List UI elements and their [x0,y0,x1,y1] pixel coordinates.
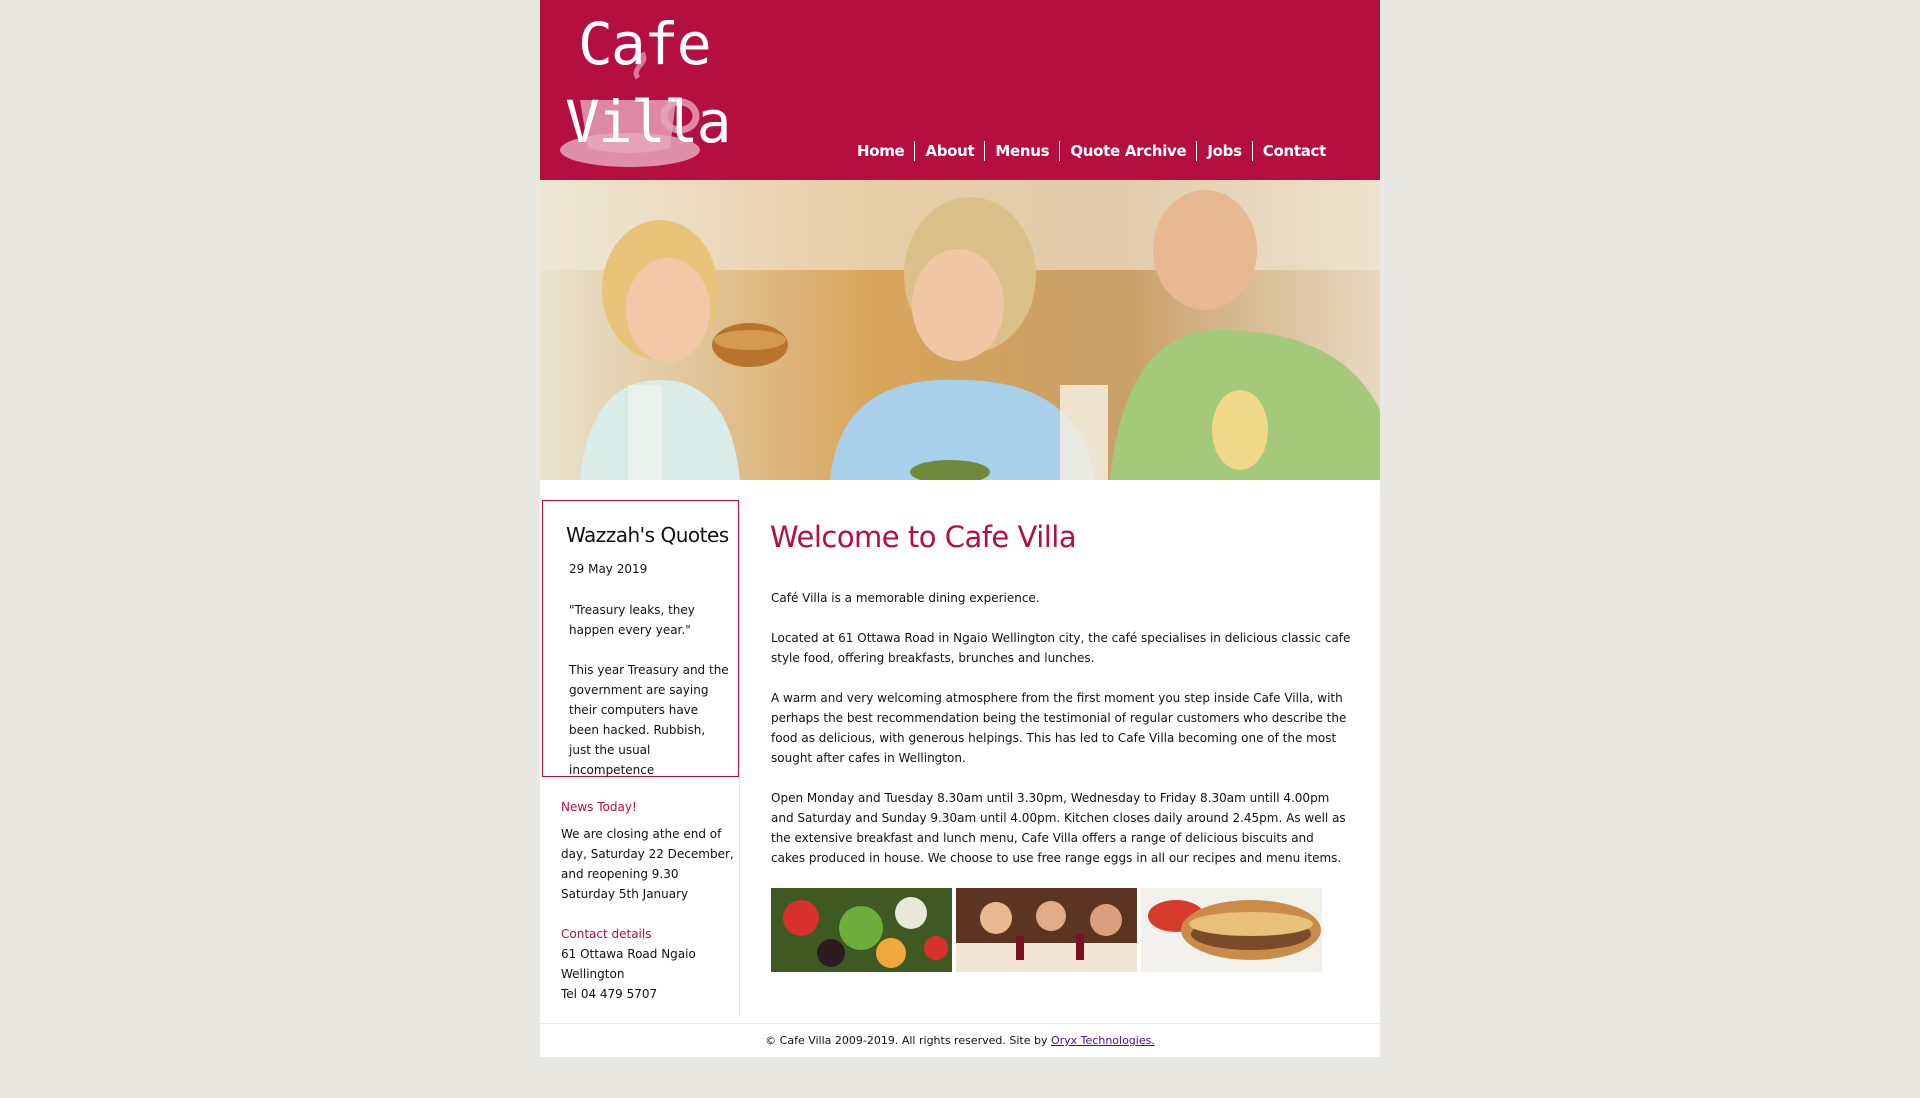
hero-image [540,180,1380,480]
nav-jobs[interactable]: Jobs [1196,141,1251,161]
family-dining-photo [540,180,1380,480]
news-text: We are closing athe end of day, Saturday… [561,827,734,901]
main-body: Café Villa is a memorable dining experie… [771,588,1351,888]
quote-date: 29 May 2019 [569,562,648,576]
footer: © Cafe Villa 2009-2019. All rights reser… [540,1023,1380,1057]
nav-quote-archive[interactable]: Quote Archive [1059,141,1196,161]
body-paragraph: Café Villa is a memorable dining experie… [771,591,1040,605]
news-heading: News Today! [561,800,637,814]
nav-menus[interactable]: Menus [984,141,1059,161]
quotes-box: Wazzah's Quotes 29 May 2019 "Treasury le… [542,500,739,777]
nav-home[interactable]: Home [847,141,914,161]
body-paragraph: A warm and very welcoming atmosphere fro… [771,691,1347,765]
body-paragraph: Located at 61 Ottawa Road in Ngaio Welli… [771,631,1351,665]
quote-paragraph: This year Treasury and the government ar… [569,663,729,777]
nav-contact[interactable]: Contact [1251,141,1336,161]
contact-phone: Tel 04 479 5707 [561,987,658,1001]
body-paragraph: Open Monday and Tuesday 8.30am until 3.3… [771,791,1346,865]
logo[interactable]: Cafe Villa [558,8,748,173]
nav-about[interactable]: About [914,141,984,161]
footer-credit-link[interactable]: Oryx Technologies. [1051,1034,1155,1047]
salad-photo [771,888,952,972]
logo-word-cafe: Cafe [578,10,712,78]
header: Cafe Villa Home About Menus Quote Archiv… [540,0,1380,180]
sidebar-divider [739,777,740,1017]
page-title: Welcome to Cafe Villa [770,520,1077,554]
main-nav: Home About Menus Quote Archive Jobs Cont… [847,141,1336,161]
page: Cafe Villa Home About Menus Quote Archiv… [540,0,1380,1057]
quotes-title: Wazzah's Quotes [566,523,729,547]
contact-heading: Contact details [561,927,652,941]
sandwich-photo [1141,888,1322,972]
contact-address-line: Wellington [561,967,625,981]
thumbnail-gallery [771,888,1322,972]
footer-text: © Cafe Villa 2009-2019. All rights reser… [765,1034,1051,1047]
contact-address-line: 61 Ottawa Road Ngaio [561,947,696,961]
contact-block: Contact details 61 Ottawa Road Ngaio Wel… [561,924,736,1004]
quote-paragraph: "Treasury leaks, they happen every year.… [569,603,695,637]
news-block: News Today! We are closing athe end of d… [561,797,736,904]
logo-word-villa: Villa [565,88,732,156]
diners-photo [956,888,1137,972]
quote-text: "Treasury leaks, they happen every year.… [569,600,729,800]
